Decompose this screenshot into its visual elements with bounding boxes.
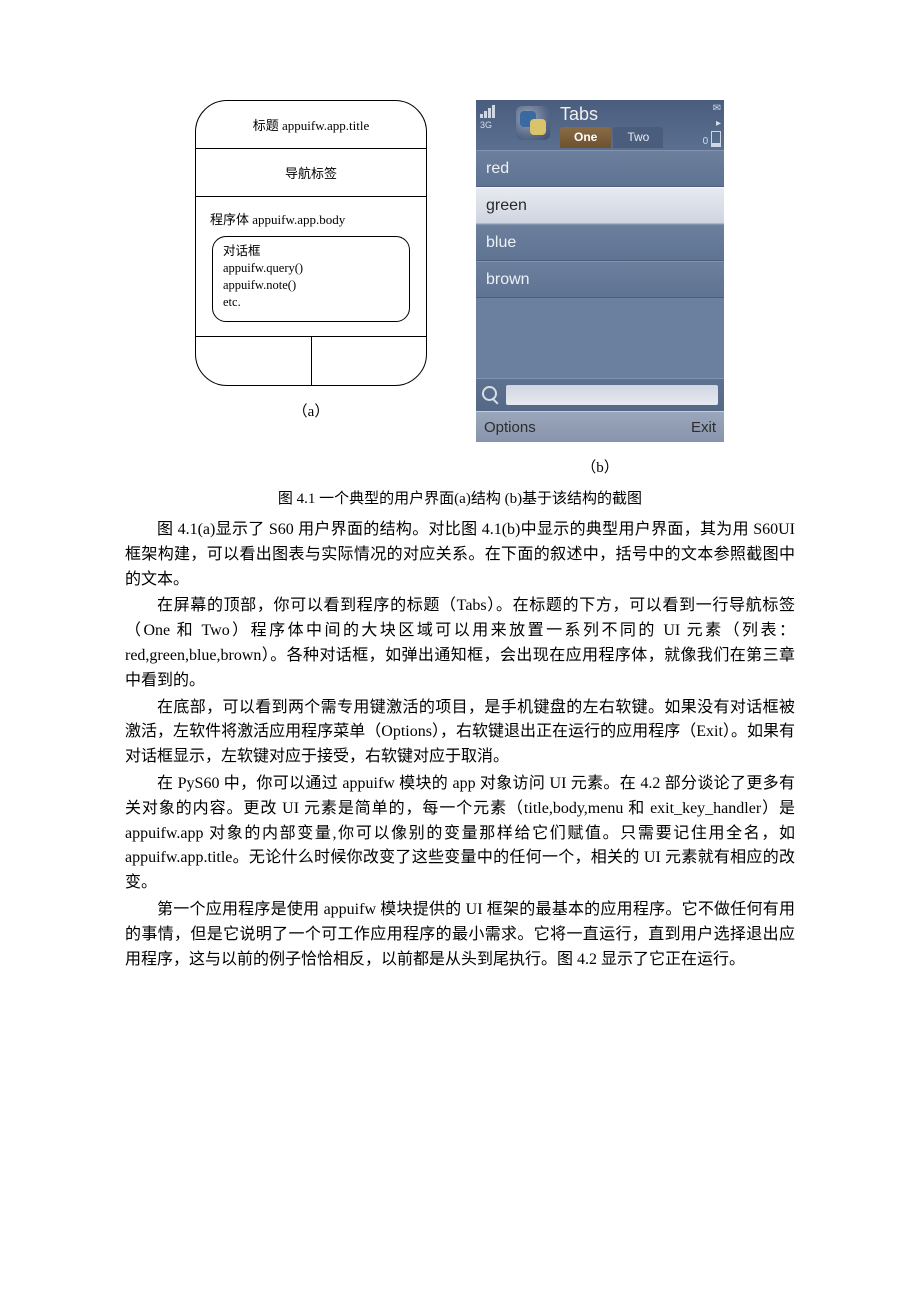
figure-caption: 图 4.1 一个典型的用户界面(a)结构 (b)基于该结构的截图 <box>125 487 795 508</box>
title-area: Tabs One Two <box>554 100 697 148</box>
dialog-line: appuifw.note() <box>223 277 399 294</box>
signal-label: 3G <box>480 120 514 130</box>
python-logo-icon <box>516 106 550 140</box>
list-item[interactable]: green <box>476 187 724 224</box>
diagram-title-row: 标题 appuifw.app.title <box>196 101 426 149</box>
diagram-body-label: 程序体 appuifw.app.body <box>210 209 416 228</box>
page: 标题 appuifw.app.title 导航标签 程序体 appuifw.ap… <box>0 0 920 1014</box>
figure-a: 标题 appuifw.app.title 导航标签 程序体 appuifw.ap… <box>196 100 426 477</box>
dialog-line: etc. <box>223 294 399 311</box>
figure-b: 3G Tabs One Two ✉ ▸ 0 <box>476 100 724 477</box>
app-title: Tabs <box>560 104 695 125</box>
paragraph: 在底部，可以看到两个需专用键激活的项目，是手机键盘的左右软键。如果没有对话框被激… <box>125 696 795 770</box>
dialog-line: 对话框 <box>223 243 399 260</box>
phone-diagram: 标题 appuifw.app.title 导航标签 程序体 appuifw.ap… <box>195 100 427 386</box>
s60-softkeys: Options Exit <box>476 411 724 442</box>
list-item[interactable]: red <box>476 150 724 187</box>
diagram-nav-row: 导航标签 <box>196 149 426 197</box>
s60-body-spacer <box>476 298 724 378</box>
diagram-softkeys <box>196 337 426 385</box>
paragraph: 在 PyS60 中，你可以通过 appuifw 模块的 app 对象访问 UI … <box>125 772 795 896</box>
signal-indicator: 3G <box>476 100 516 132</box>
paragraph: 第一个应用程序是使用 appuifw 模块提供的 UI 框架的最基本的应用程序。… <box>125 898 795 972</box>
tabs-row: One Two <box>560 127 695 148</box>
tab-two[interactable]: Two <box>613 127 663 148</box>
diagram-dialog-box: 对话框 appuifw.query() appuifw.note() etc. <box>212 236 410 322</box>
diagram-body-row: 程序体 appuifw.app.body 对话框 appuifw.query()… <box>196 197 426 337</box>
s60-screen: 3G Tabs One Two ✉ ▸ 0 <box>476 100 724 442</box>
figure-a-label: （a） <box>293 400 330 421</box>
s60-list: red green blue brown <box>476 150 724 298</box>
signal-bars-icon <box>480 104 514 118</box>
list-item[interactable]: brown <box>476 261 724 298</box>
figure-b-label: （b） <box>581 456 619 477</box>
s60-titlebar: 3G Tabs One Two ✉ ▸ 0 <box>476 100 724 150</box>
right-softkey[interactable]: Exit <box>691 419 716 436</box>
search-bar <box>476 378 724 411</box>
dialog-line: appuifw.query() <box>223 260 399 277</box>
left-softkey[interactable]: Options <box>484 419 536 436</box>
envelope-icon: ✉ <box>697 103 721 114</box>
search-input[interactable] <box>506 385 718 405</box>
diagram-right-softkey <box>312 337 427 385</box>
tab-one[interactable]: One <box>560 127 611 148</box>
status-indicators: ✉ ▸ 0 <box>697 100 724 147</box>
arrow-icon: ▸ <box>697 118 721 129</box>
battery-icon <box>711 131 721 147</box>
list-item[interactable]: blue <box>476 224 724 261</box>
paragraph: 图 4.1(a)显示了 S60 用户界面的结构。对比图 4.1(b)中显示的典型… <box>125 518 795 592</box>
paragraph: 在屏幕的顶部，你可以看到程序的标题（Tabs）。在标题的下方，可以看到一行导航标… <box>125 594 795 693</box>
search-icon <box>482 386 500 404</box>
figure-row: 标题 appuifw.app.title 导航标签 程序体 appuifw.ap… <box>125 100 795 477</box>
battery-label: 0 <box>703 136 709 147</box>
diagram-left-softkey <box>196 337 312 385</box>
